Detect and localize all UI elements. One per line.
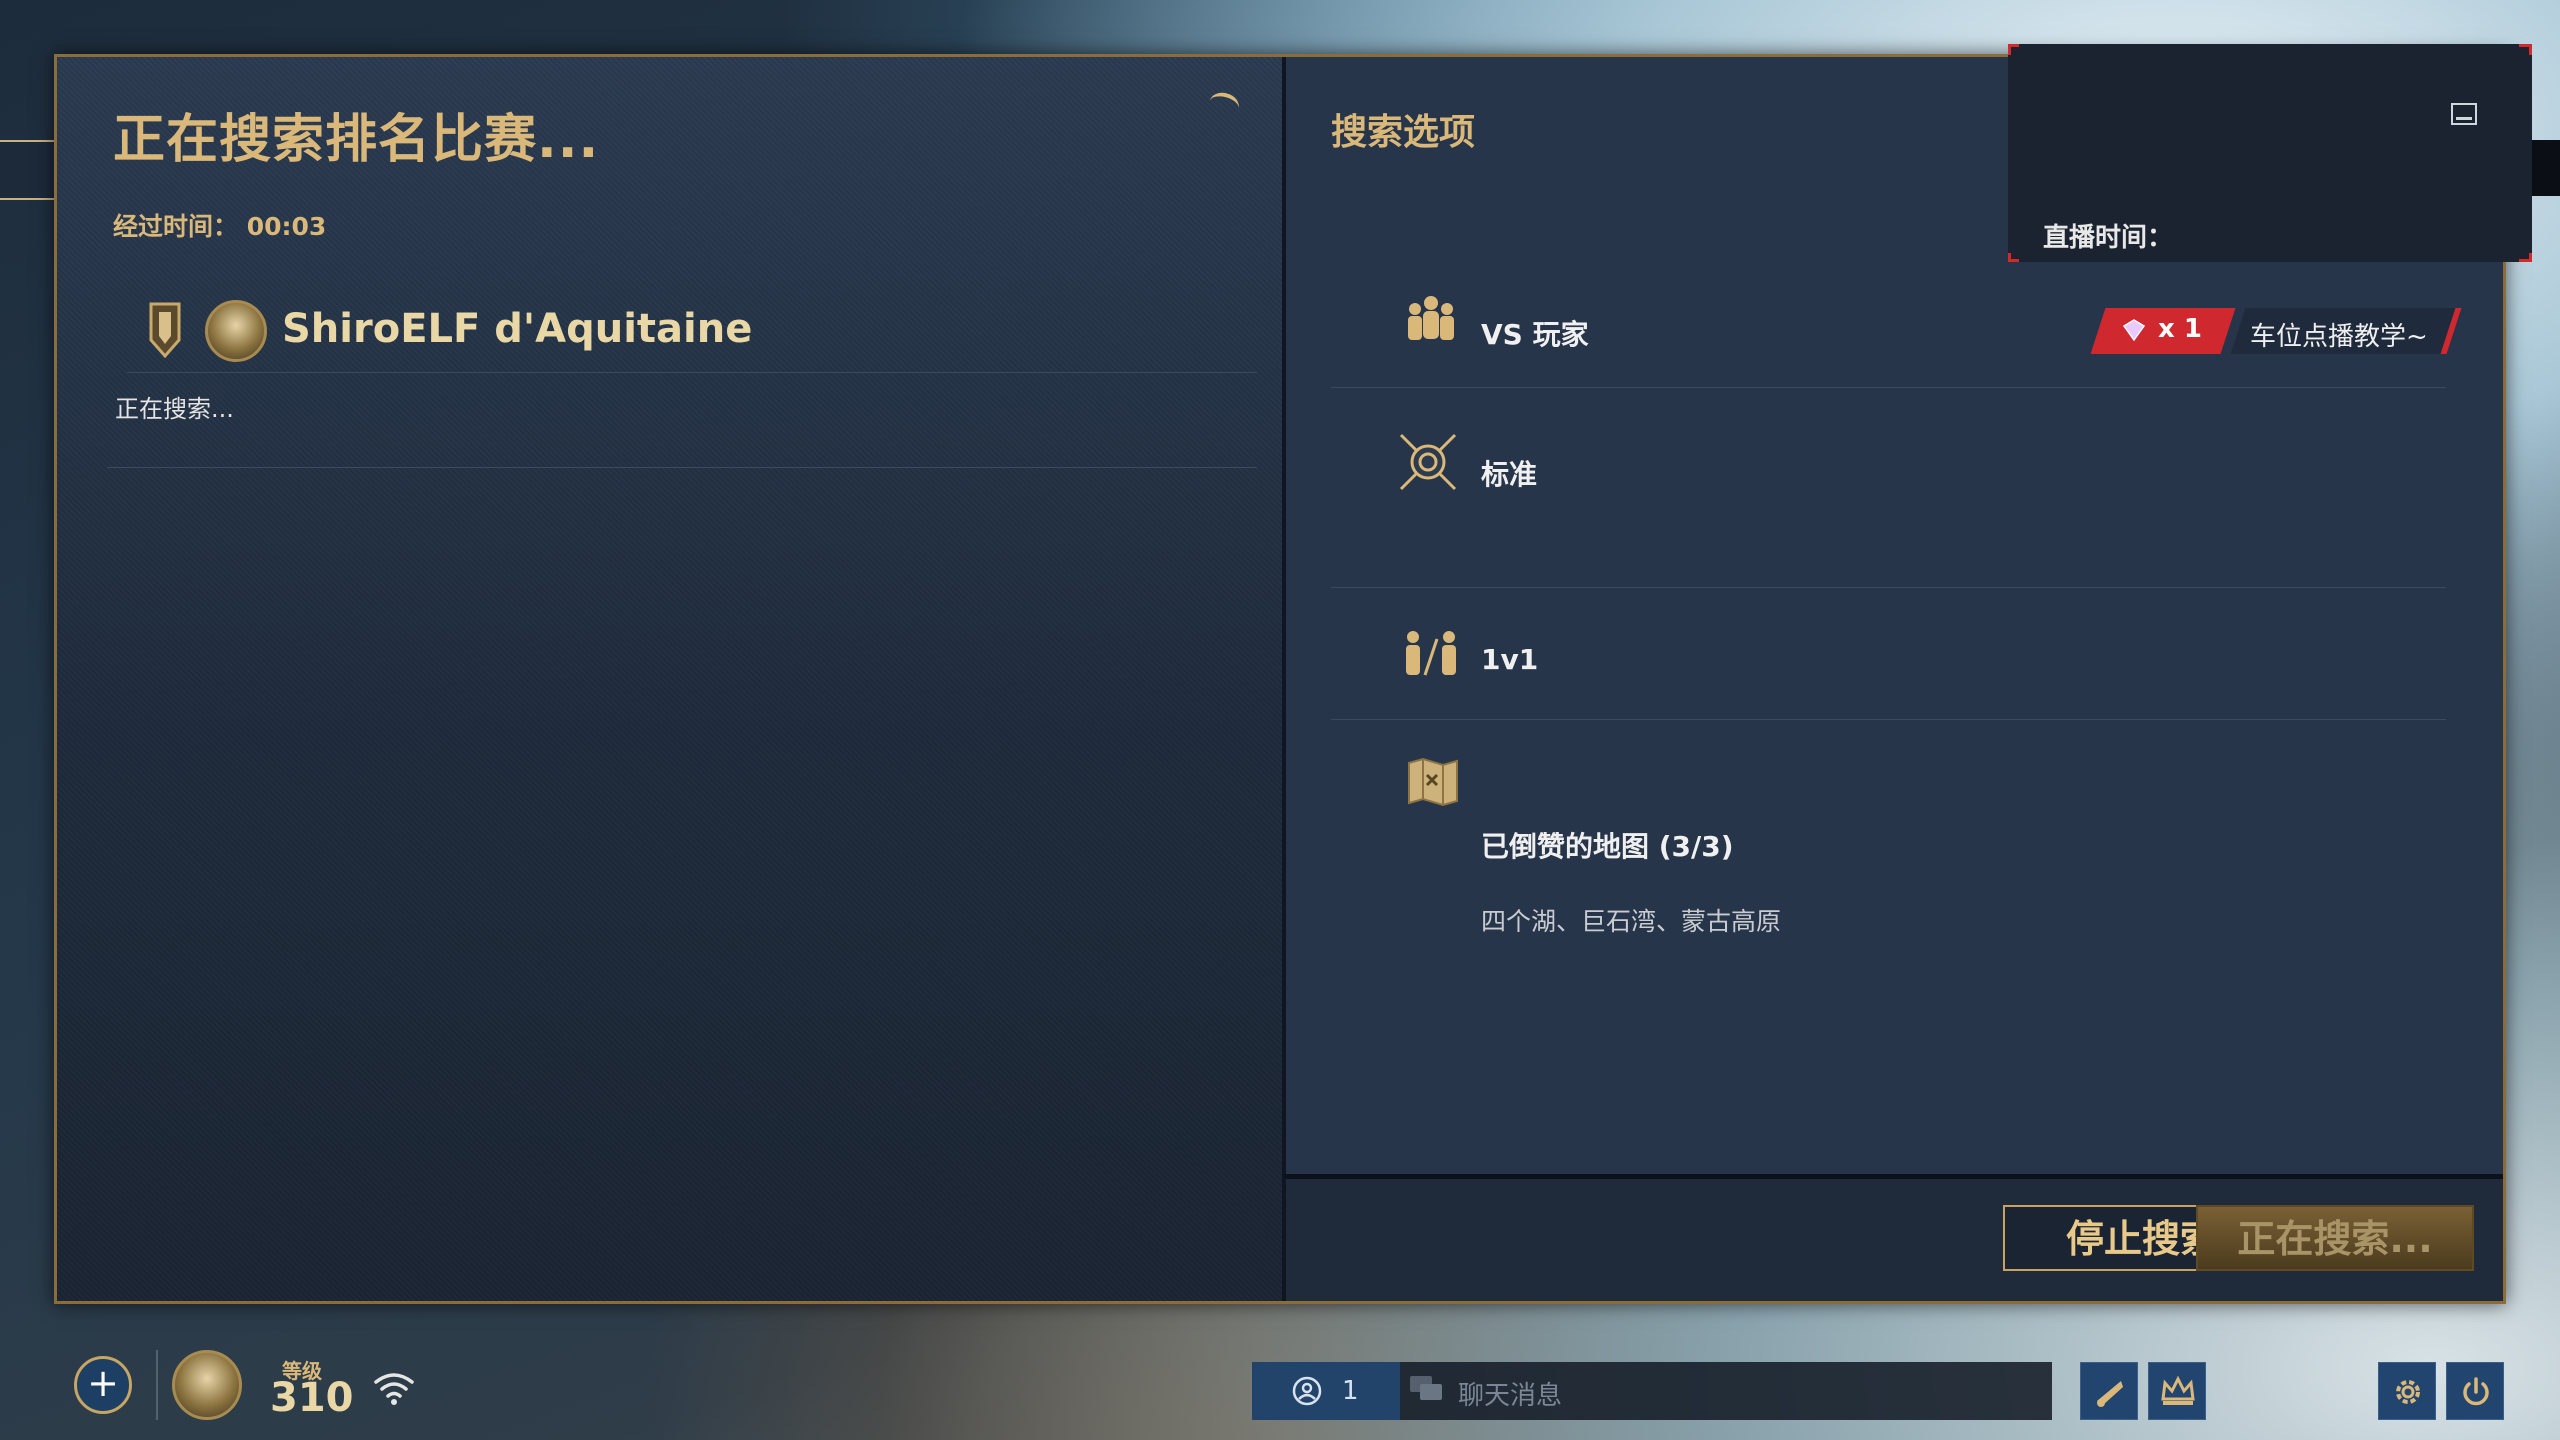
power-button[interactable] [2446,1362,2504,1420]
crossed-swords-shield-icon [1399,433,1457,491]
banner-text: 车位点播教学~ [2250,322,2428,352]
level-value: 310 [270,1375,354,1421]
friends-icon [1292,1376,1322,1406]
chat-bubble-icon [1410,1376,1442,1400]
chat-input[interactable]: 聊天消息 [1458,1375,1562,1412]
rank-emblem-icon [149,302,181,359]
stream-time-label: 直播时间： [2043,223,2174,249]
search-status-panel: 正在搜索排名比赛... 经过时间： 00:03 ShiroELF d'Aquit… [57,57,1282,1301]
friends-count: 1 [1342,1376,1359,1406]
search-status-row: 正在搜索... [107,377,1257,468]
stream-overlay: 直播时间： [2008,44,2532,262]
elapsed-time: 经过时间： 00:03 [113,207,326,243]
map-icon [1408,757,1458,807]
search-options-title: 搜索选项 [1331,112,1476,153]
overlay-border-gap [2019,44,2519,50]
elapsed-time-label: 经过时间： [113,212,239,241]
option-label-maps: 已倒赞的地图 (3/3) [1481,830,1734,863]
wifi-icon [374,1373,414,1405]
gear-icon [2396,1380,2420,1404]
power-icon [2463,1377,2489,1406]
bottom-divider [156,1350,158,1420]
player-name: ShiroELF d'Aquitaine [282,306,753,352]
overlay-border-gap [2526,55,2532,253]
banner-count: x 1 [2158,314,2202,344]
horn-button[interactable] [2080,1362,2138,1420]
one-vs-one-icon [1406,631,1456,676]
settings-button[interactable] [2378,1362,2436,1420]
elapsed-time-value: 00:03 [246,212,327,241]
profile-avatar[interactable] [172,1350,242,1420]
option-label-opponent: VS 玩家 [1481,318,1589,351]
search-status-text: 正在搜索... [115,395,234,423]
gift-gem-icon [2122,319,2146,342]
player-avatar [205,300,267,362]
gift-banner: x 1 车位点播教学~ [2090,308,2462,354]
players-group-icon [1408,296,1454,340]
searching-button[interactable]: 正在搜索... [2196,1205,2474,1271]
option-sub-maps: 四个湖、巨石湾、蒙古高原 [1481,907,1782,936]
add-friend-button[interactable]: + [74,1356,132,1414]
option-row-maps: 已倒赞的地图 (3/3) 四个湖、巨石湾、蒙古高原 [1331,719,2446,936]
horn-icon [2097,1381,2123,1407]
option-label-mode: 标准 [1481,458,1538,491]
option-label-team-size: 1v1 [1481,643,1539,676]
left-edge-decoration [0,140,54,200]
minimize-button[interactable] [2451,103,2477,125]
option-row-team-size: 1v1 [1331,587,2446,720]
option-row-mode: 标准 [1331,387,2446,588]
loading-spinner-icon [1206,89,1242,121]
crown-icon [2161,1375,2195,1405]
player-row: ShiroELF d'Aquitaine [127,292,1257,373]
overlay-border-gap [2008,55,2014,253]
overlay-border-gap [2019,256,2519,262]
clan-button[interactable] [2148,1362,2206,1420]
page-title: 正在搜索排名比赛... [113,110,600,170]
friends-online-button[interactable]: 1 [1252,1362,1400,1420]
